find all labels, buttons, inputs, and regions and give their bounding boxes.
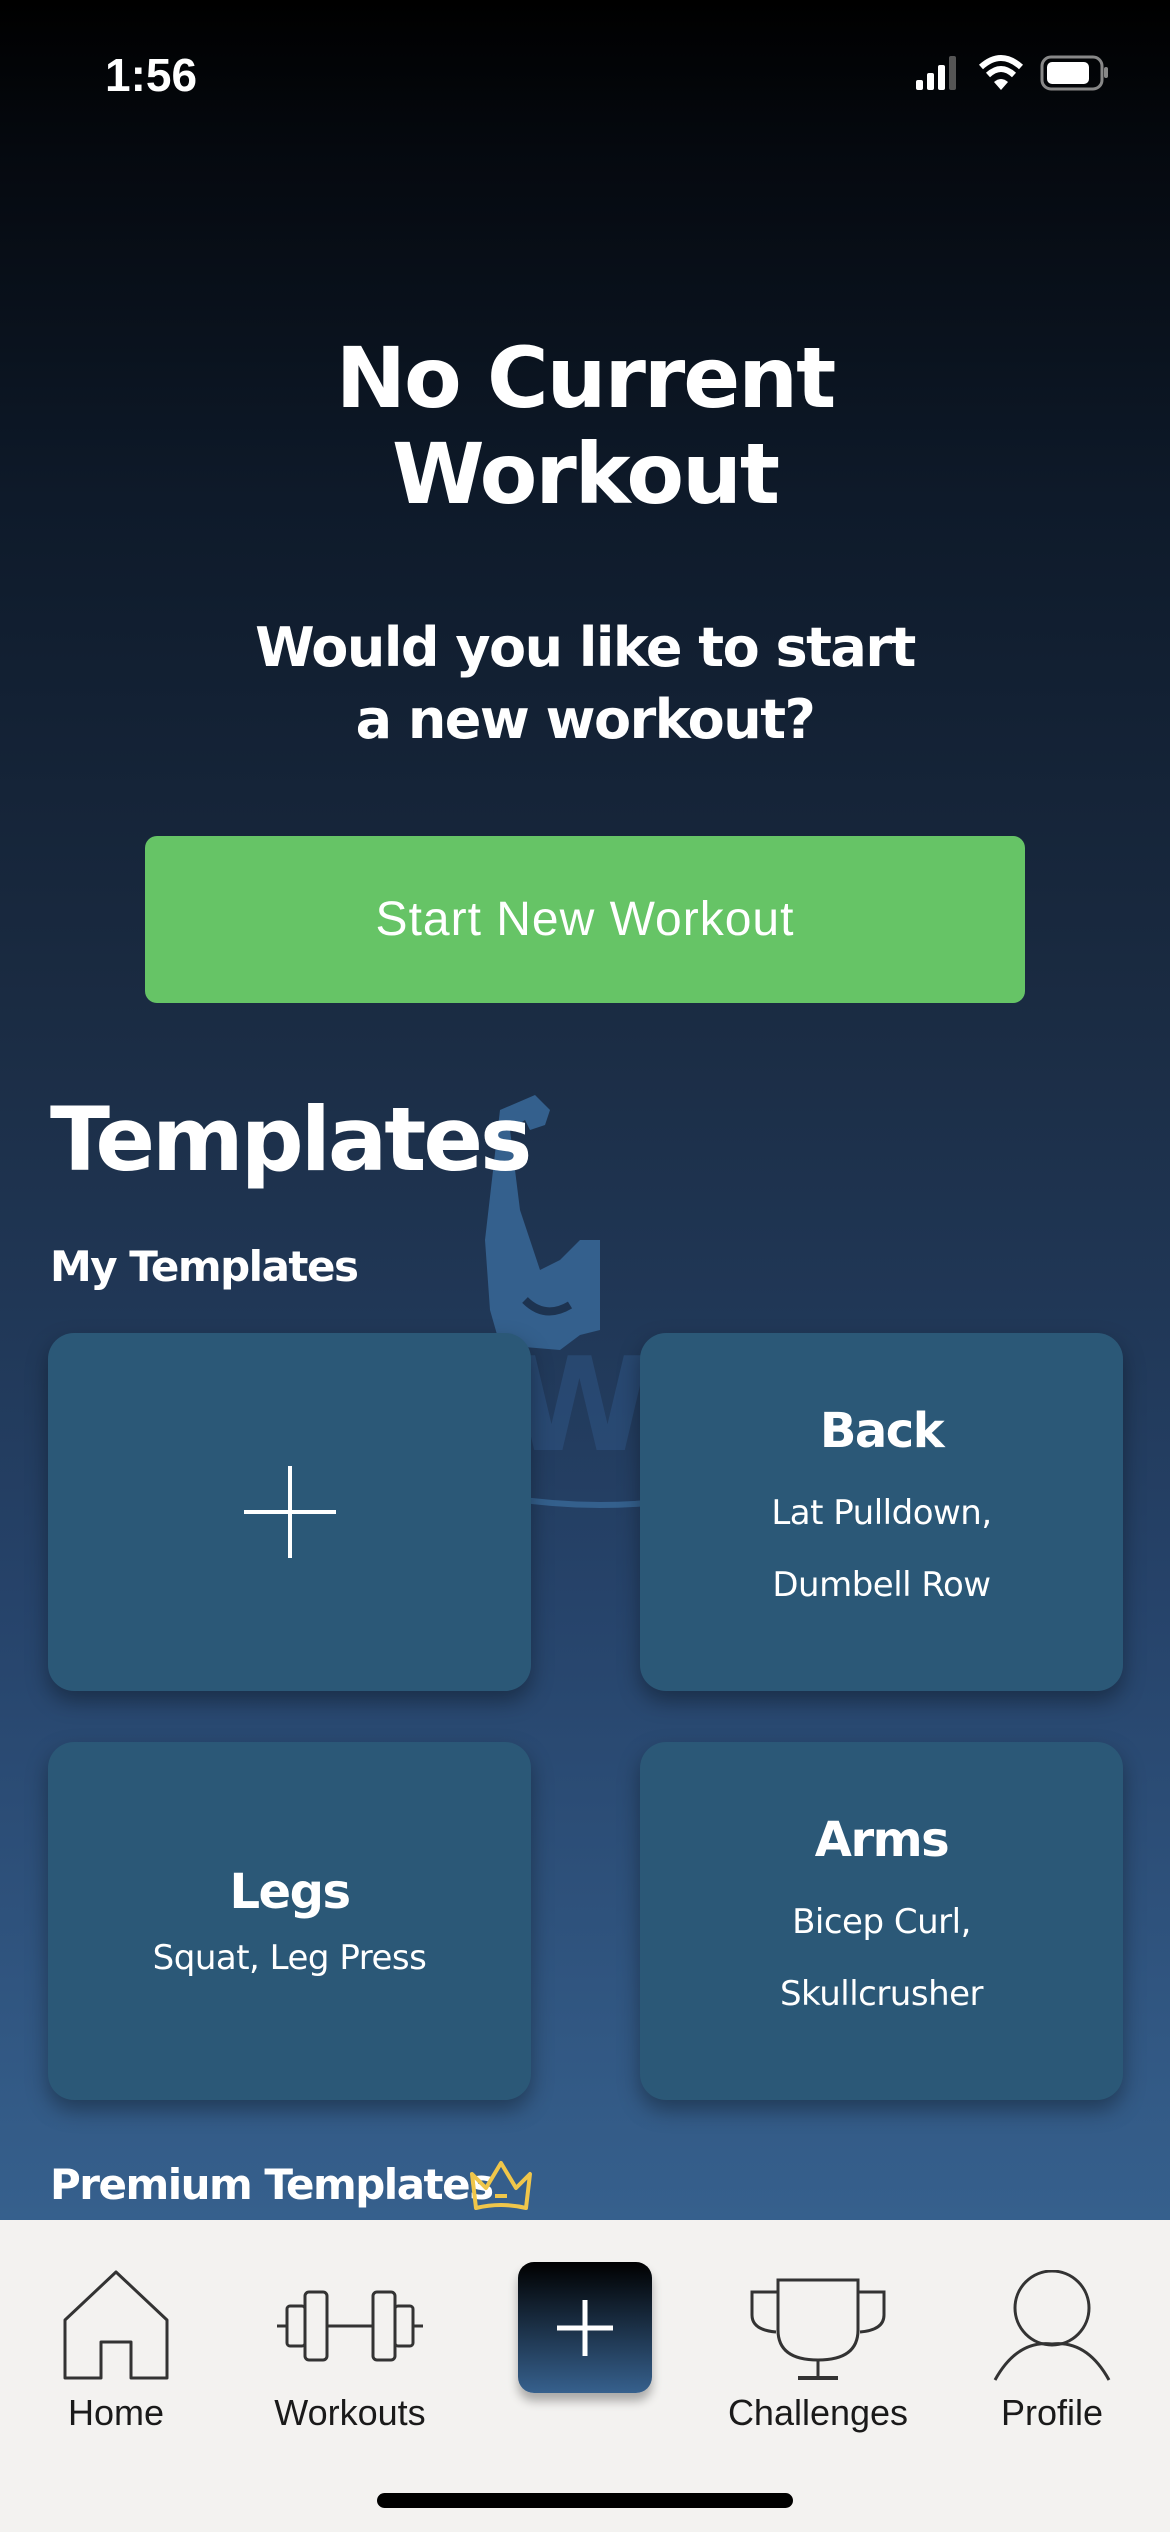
dumbbell-icon <box>277 2290 423 2362</box>
bottom-nav: Home Workouts Challenges Profile <box>0 2220 1170 2532</box>
premium-templates-heading: Premium Templates <box>50 2160 494 2209</box>
status-time: 1:56 <box>105 49 198 101</box>
start-new-workout-button[interactable]: Start New Workout <box>145 836 1025 1003</box>
template-title: Arms <box>814 1812 950 1868</box>
template-card-legs[interactable]: Legs Squat, Leg Press <box>48 1742 531 2100</box>
template-card-arms[interactable]: Arms Bicep Curl, Skullcrusher <box>640 1742 1123 2100</box>
template-exercise: Lat Pulldown, <box>771 1493 992 1533</box>
template-exercise: Skullcrusher <box>779 1974 984 2014</box>
plus-icon <box>557 2299 613 2356</box>
nav-profile[interactable]: Profile <box>952 2270 1152 2434</box>
template-card-back[interactable]: Back Lat Pulldown, Dumbell Row <box>640 1333 1123 1691</box>
wifi-icon <box>978 55 1024 90</box>
battery-icon <box>1040 55 1108 91</box>
nav-challenges[interactable]: Challenges <box>718 2270 918 2434</box>
nav-challenges-label: Challenges <box>727 2392 909 2433</box>
templates-heading: Templates <box>50 1088 532 1191</box>
profile-icon <box>993 2270 1111 2381</box>
add-workout-button[interactable] <box>518 2262 652 2393</box>
nav-home[interactable]: Home <box>16 2270 216 2434</box>
page-title: No Current Workout <box>335 329 836 523</box>
template-exercise: Dumbell Row <box>772 1565 991 1605</box>
signal-icon <box>916 56 956 90</box>
nav-profile-label: Profile <box>1000 2392 1104 2433</box>
nav-workouts-label: Workouts <box>274 2392 426 2433</box>
template-title: Back <box>819 1403 945 1459</box>
my-templates-heading: My Templates <box>50 1242 359 1291</box>
home-indicator[interactable] <box>377 2493 793 2508</box>
page-subtitle: Would you like to start a new workout? <box>255 616 916 751</box>
nav-home-label: Home <box>67 2392 165 2433</box>
template-title: Legs <box>229 1864 351 1920</box>
nav-workouts[interactable]: Workouts <box>250 2270 450 2434</box>
template-exercise: Bicep Curl, <box>792 1902 971 1942</box>
template-exercise: Squat, Leg Press <box>152 1938 427 1978</box>
trophy-icon <box>750 2278 886 2380</box>
home-icon <box>63 2270 169 2380</box>
status-icons <box>916 55 1110 91</box>
plus-icon <box>243 1466 336 1558</box>
crown-icon <box>470 2161 532 2210</box>
add-template-card[interactable] <box>48 1333 531 1691</box>
